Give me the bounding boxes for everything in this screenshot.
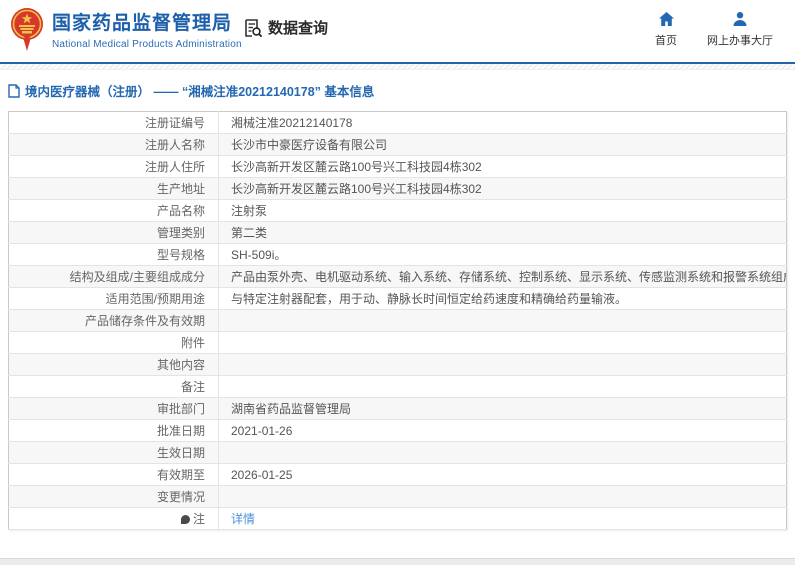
field-value: 长沙市中豪医疗设备有限公司 bbox=[218, 133, 787, 156]
breadcrumb: 境内医疗器械（注册） —— “湘械注准20212140178” 基本信息 bbox=[8, 82, 785, 99]
field-value: 湘械注准20212140178 bbox=[218, 111, 787, 134]
field-value: 产品由泵外壳、电机驱动系统、输入系统、存储系统、控制系统、显示系统、传感监测系统… bbox=[218, 265, 787, 288]
person-icon bbox=[733, 12, 747, 26]
field-value bbox=[218, 331, 787, 354]
table-row: 注册证编号 湘械注准20212140178 bbox=[8, 111, 787, 134]
table-row: 型号规格 SH-509i。 bbox=[8, 243, 787, 266]
table-row: 生效日期 bbox=[8, 441, 787, 464]
table-row: 生产地址 长沙高新开发区麓云路100号兴工科技园4栋302 bbox=[8, 177, 787, 200]
note-icon bbox=[180, 515, 190, 524]
nav-item-home[interactable]: 首页 bbox=[655, 11, 677, 48]
field-value: 与特定注射器配套，用于动、静脉长时间恒定给药速度和精确给药量输液。 bbox=[218, 287, 787, 310]
data-query-icon bbox=[245, 18, 263, 37]
field-label: 其他内容 bbox=[8, 353, 219, 376]
field-label: 注册证编号 bbox=[8, 111, 219, 134]
data-query-section: 数据查询 bbox=[243, 17, 328, 38]
field-label: 注册人住所 bbox=[8, 155, 219, 178]
field-value bbox=[218, 375, 787, 398]
data-query-label: 数据查询 bbox=[268, 20, 329, 37]
nav-item-service-hall[interactable]: 网上办事大厅 bbox=[707, 11, 773, 48]
field-value: 2026-01-25 bbox=[218, 463, 787, 486]
info-table-wrap: 注册证编号 湘械注准20212140178 注册人名称 长沙市中豪医疗设备有限公司 注册… bbox=[8, 111, 787, 530]
table-row: 适用范围/预期用途 与特定注射器配套，用于动、静脉长时间恒定给药速度和精确给药量输… bbox=[8, 287, 787, 310]
field-value bbox=[218, 441, 787, 464]
field-label: 附件 bbox=[8, 331, 219, 354]
field-label: 管理类别 bbox=[8, 221, 219, 244]
table-row: 审批部门 湖南省药品监督管理局 bbox=[8, 397, 787, 420]
table-row: 产品名称 注射泵 bbox=[8, 199, 787, 222]
nav-item-label: 首页 bbox=[655, 35, 677, 47]
table-row: 注详情 bbox=[8, 507, 787, 530]
table-row: 产品储存条件及有效期 bbox=[8, 309, 787, 332]
header-divider-strip bbox=[0, 64, 795, 70]
table-row: 管理类别 第二类 bbox=[8, 221, 787, 244]
field-value bbox=[218, 485, 787, 508]
field-label: 生效日期 bbox=[8, 441, 219, 464]
field-value: 详情 bbox=[218, 507, 787, 530]
field-label: 产品储存条件及有效期 bbox=[8, 309, 219, 332]
table-row: 注册人住所 长沙高新开发区麓云路100号兴工科技园4栋302 bbox=[8, 155, 787, 178]
page-icon bbox=[8, 83, 20, 98]
footer-strip bbox=[0, 558, 795, 565]
field-label: 生产地址 bbox=[8, 177, 219, 200]
field-label: 注册人名称 bbox=[8, 133, 219, 156]
field-value: 长沙高新开发区麓云路100号兴工科技园4栋302 bbox=[218, 177, 787, 200]
table-row: 附件 bbox=[8, 331, 787, 354]
header-nav: 首页 网上办事大厅 bbox=[655, 11, 773, 48]
table-row: 注册人名称 长沙市中豪医疗设备有限公司 bbox=[8, 133, 787, 156]
brand-block: 国家药品监督管理局 National Medical Products Admi… bbox=[52, 12, 242, 50]
info-table-body: 注册证编号 湘械注准20212140178 注册人名称 长沙市中豪医疗设备有限公司 注册… bbox=[8, 111, 787, 530]
national-emblem-logo bbox=[11, 8, 43, 51]
breadcrumb-text: 境内医疗器械（注册） —— “湘械注准20212140178” 基本信息 bbox=[25, 85, 375, 99]
field-value: 第二类 bbox=[218, 221, 787, 244]
field-label: 审批部门 bbox=[8, 397, 219, 420]
nav-item-label: 网上办事大厅 bbox=[707, 35, 773, 47]
table-row: 备注 bbox=[8, 375, 787, 398]
table-row: 批准日期 2021-01-26 bbox=[8, 419, 787, 442]
field-label: 结构及组成/主要组成成分 bbox=[8, 265, 219, 288]
site-title: 国家药品监督管理局 bbox=[52, 13, 233, 34]
detail-link[interactable]: 详情 bbox=[231, 512, 255, 526]
field-label: 产品名称 bbox=[8, 199, 219, 222]
field-value: 注射泵 bbox=[218, 199, 787, 222]
info-table: 注册证编号 湘械注准20212140178 注册人名称 长沙市中豪医疗设备有限公司 注册… bbox=[8, 111, 787, 530]
table-row: 其他内容 bbox=[8, 353, 787, 376]
field-value bbox=[218, 353, 787, 376]
field-value: 湖南省药品监督管理局 bbox=[218, 397, 787, 420]
field-label: 注 bbox=[8, 507, 219, 530]
field-label: 型号规格 bbox=[8, 243, 219, 266]
table-row: 变更情况 bbox=[8, 485, 787, 508]
field-label: 变更情况 bbox=[8, 485, 219, 508]
field-label: 批准日期 bbox=[8, 419, 219, 442]
field-label: 适用范围/预期用途 bbox=[8, 287, 219, 310]
field-value: 2021-01-26 bbox=[218, 419, 787, 442]
field-value: SH-509i。 bbox=[218, 243, 787, 266]
home-icon bbox=[658, 12, 674, 26]
site-header: 国家药品监督管理局 National Medical Products Admi… bbox=[0, 0, 795, 64]
site-subtitle: National Medical Products Administration bbox=[52, 39, 242, 50]
field-label: 有效期至 bbox=[8, 463, 219, 486]
field-label: 备注 bbox=[8, 375, 219, 398]
field-value: 长沙高新开发区麓云路100号兴工科技园4栋302 bbox=[218, 155, 787, 178]
table-row: 结构及组成/主要组成成分 产品由泵外壳、电机驱动系统、输入系统、存储系统、控制系统… bbox=[8, 265, 787, 288]
field-value bbox=[218, 309, 787, 332]
table-row: 有效期至 2026-01-25 bbox=[8, 463, 787, 486]
